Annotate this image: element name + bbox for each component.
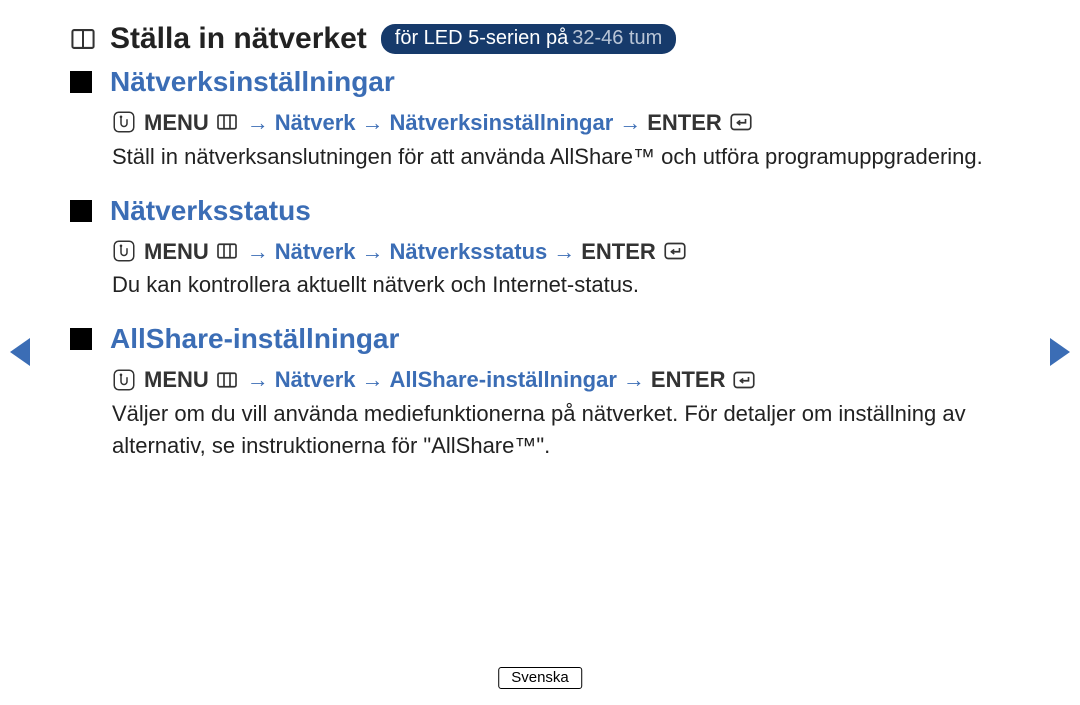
hand-press-icon: [112, 239, 138, 265]
section-body: MENU → Nätverk → AllShare-inställningar …: [112, 365, 1010, 462]
section-title: Nätverksstatus: [110, 195, 311, 227]
model-pill-range: 32-46 tum: [572, 27, 662, 50]
bullet-square-icon: [70, 328, 92, 350]
book-icon: [70, 26, 96, 52]
menu-label: MENU: [144, 237, 209, 268]
arrow-icon: →: [619, 108, 641, 139]
enter-icon: [728, 110, 754, 136]
hand-press-icon: [112, 110, 138, 136]
page-title-row: Ställa in nätverket för LED 5-serien på …: [70, 22, 1010, 56]
arrow-icon: →: [362, 365, 384, 396]
section-description: Väljer om du vill använda mediefunktione…: [112, 398, 1010, 462]
section-title: Nätverksinställningar: [110, 66, 395, 98]
enter-icon: [731, 368, 757, 394]
path-step: Nätverk: [275, 237, 356, 268]
path-step: AllShare-inställningar: [390, 365, 617, 396]
arrow-icon: →: [247, 108, 269, 139]
path-step: Nätverksstatus: [390, 237, 548, 268]
model-pill: för LED 5-serien på 32-46 tum: [381, 24, 676, 54]
page-title: Ställa in nätverket: [110, 22, 367, 56]
bullet-square-icon: [70, 71, 92, 93]
menu-label: MENU: [144, 365, 209, 396]
section-header: Nätverksstatus: [70, 195, 1010, 227]
section-allshare-settings: AllShare-inställningar MENU: [70, 323, 1010, 462]
arrow-icon: →: [362, 108, 384, 139]
hand-press-icon: [112, 368, 138, 394]
section-network-status: Nätverksstatus MENU: [70, 195, 1010, 302]
arrow-icon: →: [553, 237, 575, 268]
section-header: Nätverksinställningar: [70, 66, 1010, 98]
menu-path: MENU → Nätverk → Nätverksinställningar →…: [112, 108, 1010, 139]
menu-path: MENU → Nätverk → Nätverksstatus → ENTER: [112, 237, 1010, 268]
menu-grid-icon: [215, 368, 241, 394]
path-step: Nätverk: [275, 108, 356, 139]
menu-grid-icon: [215, 239, 241, 265]
section-body: MENU → Nätverk → Nätverksinställningar →…: [112, 108, 1010, 173]
menu-path: MENU → Nätverk → AllShare-inställningar …: [112, 365, 1010, 396]
bullet-square-icon: [70, 200, 92, 222]
arrow-icon: →: [362, 237, 384, 268]
section-description: Ställ in nätverksanslutningen för att an…: [112, 141, 1010, 173]
section-body: MENU → Nätverk → Nätverksstatus → ENTER: [112, 237, 1010, 302]
arrow-icon: →: [247, 237, 269, 268]
path-step: Nätverksinställningar: [390, 108, 614, 139]
enter-label: ENTER: [651, 365, 726, 396]
section-description: Du kan kontrollera aktuellt nätverk och …: [112, 269, 1010, 301]
section-header: AllShare-inställningar: [70, 323, 1010, 355]
manual-page: Ställa in nätverket för LED 5-serien på …: [0, 0, 1080, 705]
menu-label: MENU: [144, 108, 209, 139]
path-step: Nätverk: [275, 365, 356, 396]
section-network-settings: Nätverksinställningar MENU: [70, 66, 1010, 173]
next-page-arrow[interactable]: [1050, 338, 1070, 366]
enter-icon: [662, 239, 688, 265]
menu-grid-icon: [215, 110, 241, 136]
model-pill-text: för LED 5-serien på: [395, 27, 568, 50]
arrow-icon: →: [623, 365, 645, 396]
enter-label: ENTER: [581, 237, 656, 268]
arrow-icon: →: [247, 365, 269, 396]
enter-label: ENTER: [647, 108, 722, 139]
language-indicator: Svenska: [498, 667, 582, 689]
section-title: AllShare-inställningar: [110, 323, 399, 355]
prev-page-arrow[interactable]: [10, 338, 30, 366]
